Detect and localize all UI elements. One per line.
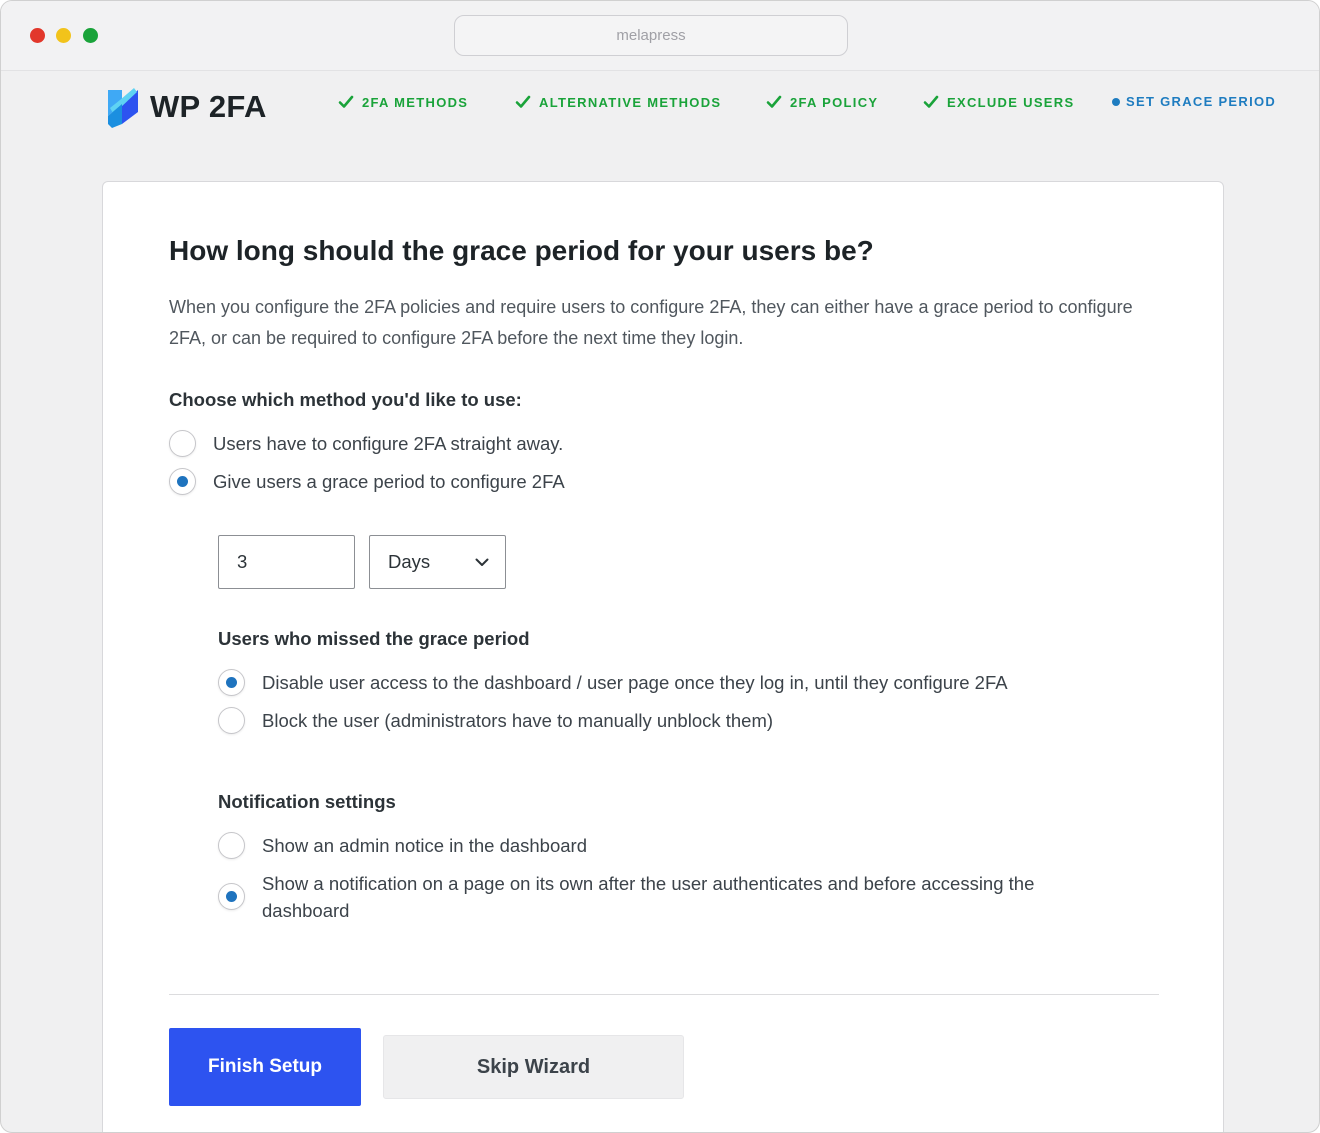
radio-label: Show an admin notice in the dashboard	[262, 835, 587, 856]
radio-button[interactable]	[218, 707, 245, 734]
notification-section-label: Notification settings	[218, 791, 396, 812]
grace-period-unit-value: Days	[388, 551, 431, 572]
grace-period-unit-select[interactable]: Days	[369, 535, 506, 589]
radio-label: Disable user access to the dashboard / u…	[262, 672, 1008, 693]
close-window-button[interactable]	[30, 28, 45, 43]
radio-button[interactable]	[218, 669, 245, 696]
grace-period-value-input[interactable]: 3	[218, 535, 355, 589]
checkmark-icon	[515, 95, 531, 108]
step-2fa-policy[interactable]: 2FA POLICY	[766, 94, 878, 110]
address-bar-text: melapress	[616, 27, 686, 44]
step-label: 2FA METHODS	[362, 94, 469, 110]
method-option-grace-period[interactable]: Give users a grace period to configure 2…	[169, 468, 565, 495]
step-2fa-methods[interactable]: 2FA METHODS	[338, 94, 468, 110]
step-label: ALTERNATIVE METHODS	[539, 94, 722, 110]
checkmark-icon	[338, 95, 354, 108]
checkmark-icon	[766, 95, 782, 108]
radio-label: Give users a grace period to configure 2…	[213, 471, 565, 492]
notification-option-own-page[interactable]: Show a notification on a page on its own…	[218, 870, 1118, 924]
minimize-window-button[interactable]	[56, 28, 71, 43]
checkmark-icon	[923, 95, 939, 108]
method-section-label: Choose which method you'd like to use:	[169, 389, 522, 410]
browser-titlebar: melapress	[1, 1, 1319, 71]
wizard-steps: 2FA METHODS ALTERNATIVE METHODS 2FA POLI…	[1, 94, 1319, 114]
footer-divider	[169, 994, 1159, 995]
radio-button[interactable]	[169, 468, 196, 495]
step-label: EXCLUDE USERS	[947, 94, 1075, 110]
intro-text: When you configure the 2FA policies and …	[169, 297, 1133, 348]
step-set-grace-period[interactable]: SET GRACE PERIOD	[1112, 94, 1276, 109]
notification-option-admin-notice[interactable]: Show an admin notice in the dashboard	[218, 832, 587, 859]
missed-option-disable-access[interactable]: Disable user access to the dashboard / u…	[218, 669, 1008, 696]
wizard-card: How long should the grace period for you…	[102, 181, 1224, 1132]
step-alternative-methods[interactable]: ALTERNATIVE METHODS	[515, 94, 721, 110]
address-bar[interactable]: melapress	[454, 15, 848, 56]
radio-button[interactable]	[218, 883, 245, 910]
page-title: How long should the grace period for you…	[169, 235, 874, 266]
step-exclude-users[interactable]: EXCLUDE USERS	[923, 94, 1074, 110]
step-label: 2FA POLICY	[790, 94, 879, 110]
radio-button[interactable]	[218, 832, 245, 859]
maximize-window-button[interactable]	[83, 28, 98, 43]
skip-wizard-button[interactable]: Skip Wizard	[383, 1035, 684, 1099]
radio-label: Users have to configure 2FA straight awa…	[213, 433, 564, 454]
active-step-dot-icon	[1112, 97, 1120, 106]
finish-setup-button[interactable]: Finish Setup	[169, 1028, 361, 1106]
missed-option-block-user[interactable]: Block the user (administrators have to m…	[218, 707, 773, 734]
radio-label: Block the user (administrators have to m…	[262, 710, 774, 731]
wizard-header: WP 2FA 2FA METHODS ALTERNATIVE METHODS 2…	[1, 72, 1319, 142]
radio-button[interactable]	[169, 430, 196, 457]
missed-section-label: Users who missed the grace period	[218, 628, 530, 649]
step-label: SET GRACE PERIOD	[1126, 94, 1277, 109]
method-option-immediate[interactable]: Users have to configure 2FA straight awa…	[169, 430, 563, 457]
chevron-down-icon	[475, 558, 489, 566]
browser-window: melapress WP 2FA 2FA METHODS ALTERNATIVE…	[0, 0, 1320, 1133]
radio-label: Show a notification on a page on its own…	[262, 873, 1035, 921]
